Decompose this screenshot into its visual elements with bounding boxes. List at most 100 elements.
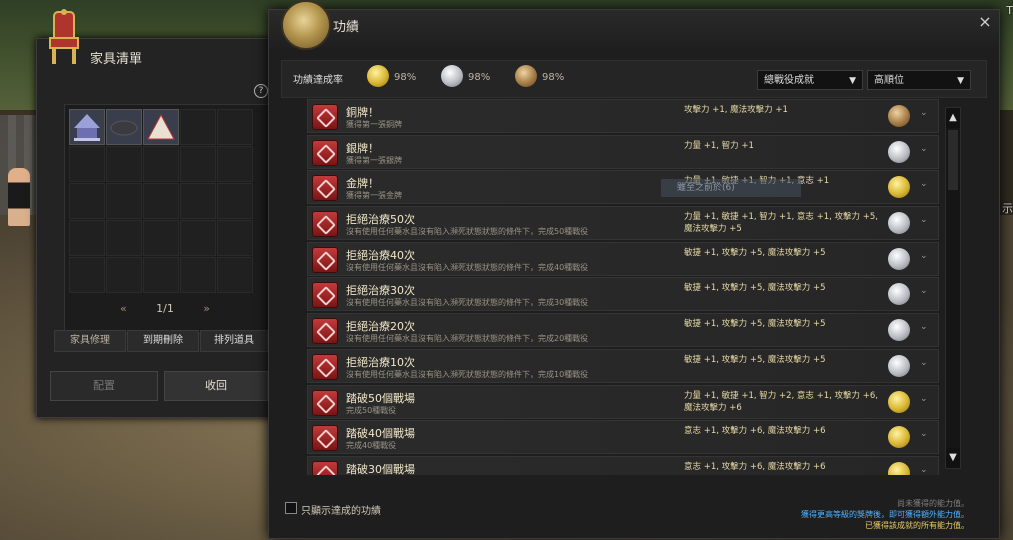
furniture-slot[interactable] <box>217 146 253 182</box>
furniture-slot[interactable] <box>180 183 216 219</box>
achievement-row[interactable]: 拒絕治療30次 沒有使用任何藥水且沒有陷入瀕死狀態狀態的條件下，完成30種戰役 敏捷… <box>307 277 939 312</box>
achievement-name: 拒絕治療30次 <box>346 284 415 298</box>
furniture-slot[interactable] <box>217 257 253 293</box>
achievement-name: 銀牌！ <box>346 141 379 155</box>
achievement-row[interactable]: 拒絕治療50次 沒有使用任何藥水且沒有陷入瀕死狀態狀態的條件下，完成50種戰役 力量… <box>307 206 939 241</box>
tooltip-ghost: 雖至之前於(6) <box>661 179 801 197</box>
expand-chevron-icon[interactable]: ⌄ <box>920 144 928 154</box>
expand-chevron-icon[interactable]: ⌄ <box>920 179 928 189</box>
achievement-emblem-icon <box>312 353 338 380</box>
furniture-slot[interactable] <box>69 257 105 293</box>
furniture-slot[interactable] <box>217 109 253 145</box>
prev-page-button[interactable]: « <box>120 302 127 315</box>
achievement-row[interactable]: 拒絕治療20次 沒有使用任何藥水且沒有陷入瀕死狀態狀態的條件下，完成20種戰役 敏捷… <box>307 313 939 348</box>
achievement-reward: 力量 +1, 敏捷 +1, 智力 +2, 意志 +1, 攻擊力 +6, 魔法攻擊… <box>684 390 878 413</box>
furniture-slot[interactable] <box>69 109 105 145</box>
furniture-slot[interactable] <box>180 257 216 293</box>
chevron-down-icon: ▼ <box>849 76 856 86</box>
expand-chevron-icon[interactable]: ⌄ <box>920 322 928 332</box>
achievement-row[interactable]: 拒絕治療40次 沒有使用任何藥水且沒有陷入瀕死狀態狀態的條件下，完成40種戰役 敏捷… <box>307 241 939 276</box>
show-completed-checkbox[interactable] <box>285 502 297 514</box>
gold-medal-icon <box>888 461 910 475</box>
expand-chevron-icon[interactable]: ⌄ <box>920 394 928 404</box>
achievement-row[interactable]: 拒絕治療10次 沒有使用任何藥水且沒有陷入瀕死狀態狀態的條件下，完成10種戰役 敏捷… <box>307 348 939 383</box>
bronze-rate: 98% <box>542 72 565 83</box>
achievement-emblem-icon <box>281 0 331 50</box>
achievement-emblem-icon <box>312 175 338 202</box>
expand-chevron-icon[interactable]: ⌄ <box>920 358 928 368</box>
page-indicator: 1/1 <box>156 302 174 315</box>
expand-chevron-icon[interactable]: ⌄ <box>920 215 928 225</box>
category-dropdown[interactable]: 總戰役成就 ▼ <box>757 70 863 90</box>
achievement-scrollbar[interactable]: ▲ ▼ <box>945 107 961 469</box>
achievement-row[interactable]: 銀牌！ 獲得第一張銀牌 力量 +1, 智力 +1 ⌄ <box>307 134 939 169</box>
furniture-slot[interactable] <box>180 146 216 182</box>
achievement-name: 拒絕治療10次 <box>346 355 415 369</box>
silver-rate: 98% <box>468 72 491 83</box>
scroll-down-icon[interactable]: ▼ <box>946 448 960 468</box>
achievement-description: 完成50種戰役 <box>346 405 397 415</box>
close-icon[interactable]: × <box>975 12 995 32</box>
furniture-slot[interactable] <box>180 220 216 256</box>
furniture-slot[interactable] <box>69 183 105 219</box>
expand-chevron-icon[interactable]: ⌄ <box>920 429 928 439</box>
achievement-reward: 攻擊力 +1, 魔法攻擊力 +1 <box>684 105 788 115</box>
achievement-emblem-icon <box>312 139 338 166</box>
expand-chevron-icon[interactable]: ⌄ <box>920 108 928 118</box>
expire-delete-button[interactable]: 到期刪除 <box>127 330 199 352</box>
expand-chevron-icon[interactable]: ⌄ <box>920 465 928 475</box>
achievement-description: 沒有使用任何藥水且沒有陷入瀕死狀態狀態的條件下，完成30種戰役 <box>346 298 589 308</box>
furniture-title: 家具清單 <box>90 52 143 67</box>
hud-text-1: T <box>1006 4 1013 17</box>
achievement-row[interactable]: 踏破40個戰場 完成40種戰役 意志 +1, 攻擊力 +6, 魔法攻擊力 +6 ⌄ <box>307 420 939 455</box>
furniture-slot[interactable] <box>143 183 179 219</box>
gold-medal-icon <box>888 176 910 199</box>
furniture-slot[interactable] <box>106 109 142 145</box>
expand-chevron-icon[interactable]: ⌄ <box>920 251 928 261</box>
sort-dropdown[interactable]: 高順位 ▼ <box>867 70 971 90</box>
next-page-button[interactable]: » <box>203 302 210 315</box>
scroll-thumb[interactable] <box>948 130 958 190</box>
achievement-emblem-icon <box>312 246 338 273</box>
bronze-medal-icon <box>888 105 910 127</box>
achievement-emblem-icon <box>312 389 338 416</box>
furniture-slot[interactable] <box>106 220 142 256</box>
furniture-slot[interactable] <box>143 109 179 145</box>
achievement-row[interactable]: 銅牌！ 獲得第一張銅牌 攻擊力 +1, 魔法攻擊力 +1 ⌄ <box>307 99 939 133</box>
place-button[interactable]: 配置 <box>50 371 158 401</box>
furniture-slot[interactable] <box>217 183 253 219</box>
repair-button[interactable]: 家具修理 <box>54 330 126 352</box>
tent-icon <box>147 113 175 140</box>
scroll-up-icon[interactable]: ▲ <box>946 108 960 128</box>
furniture-slot[interactable] <box>180 109 216 145</box>
achievement-list: 銅牌！ 獲得第一張銅牌 攻擊力 +1, 魔法攻擊力 +1 ⌄ 銀牌！ 獲得第一張銀牌 力量 … <box>307 99 939 475</box>
expand-chevron-icon[interactable]: ⌄ <box>920 286 928 296</box>
furniture-slot[interactable] <box>106 257 142 293</box>
furniture-slot[interactable] <box>143 220 179 256</box>
furniture-slot[interactable] <box>69 146 105 182</box>
help-icon[interactable]: ? <box>254 84 268 98</box>
legend-line-obtained: 已獲得該成就的所有能力值。 <box>865 521 969 530</box>
achievement-emblem-icon <box>312 104 338 130</box>
achievement-row[interactable]: 金牌！獲得第一張金牌力量 +1, 敏捷 +1, 智力 +1, 意志 +1⌄ <box>307 170 939 205</box>
furniture-slot[interactable] <box>217 220 253 256</box>
sort-items-button[interactable]: 排列道具 <box>200 330 268 352</box>
furniture-slot[interactable] <box>69 220 105 256</box>
achievement-name: 拒絕治療50次 <box>346 213 415 227</box>
gold-medal-icon <box>888 390 910 413</box>
furniture-slot[interactable] <box>106 146 142 182</box>
furniture-slot[interactable] <box>143 146 179 182</box>
achievement-description: 沒有使用任何藥水且沒有陷入瀕死狀態狀態的條件下，完成20種戰役 <box>346 334 589 344</box>
achievement-name: 金牌！ <box>346 177 379 191</box>
retrieve-button[interactable]: 收回 <box>164 371 268 401</box>
achievement-description: 完成40種戰役 <box>346 441 397 451</box>
achievements-title: 功績 <box>333 20 360 35</box>
furniture-slot[interactable] <box>106 183 142 219</box>
furniture-slot[interactable] <box>143 257 179 293</box>
achievement-reward: 敏捷 +1, 攻擊力 +5, 魔法攻擊力 +5 <box>684 354 826 365</box>
achievement-emblem-icon <box>312 211 338 238</box>
sort-dropdown-value: 高順位 <box>874 75 904 86</box>
background-character <box>8 168 30 226</box>
achievement-row[interactable]: 踏破50個戰場 完成50種戰役 力量 +1, 敏捷 +1, 智力 +2, 意志 +1… <box>307 384 939 419</box>
achievement-row[interactable]: 踏破30個戰場 意志 +1, 攻擊力 +6, 魔法攻擊力 +6 ⌄ <box>307 455 939 475</box>
